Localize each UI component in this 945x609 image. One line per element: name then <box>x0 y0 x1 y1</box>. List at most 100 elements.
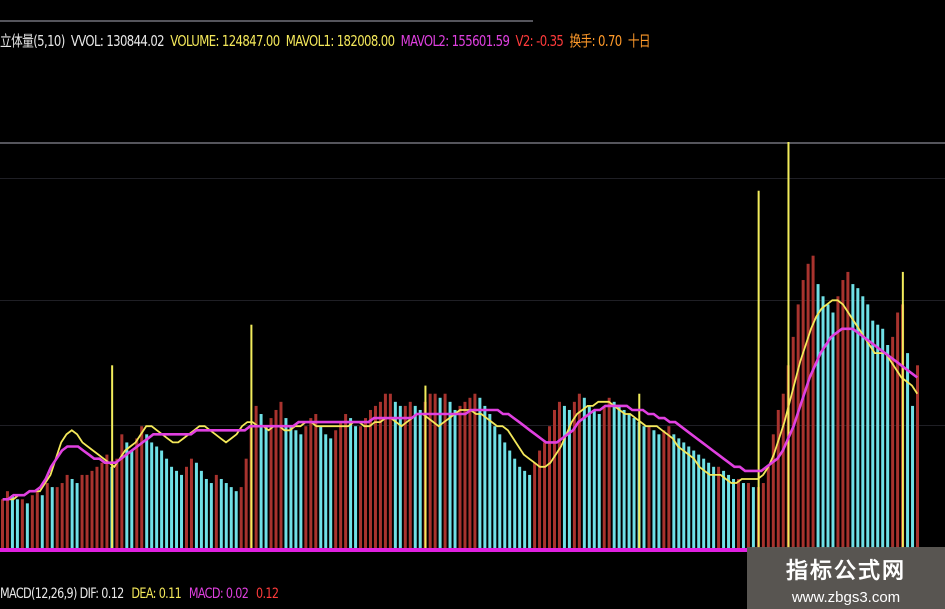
volume-bar <box>175 470 179 548</box>
volume-bar <box>378 401 382 548</box>
volume-bar <box>433 393 437 548</box>
volume-bar <box>746 483 750 548</box>
volume-bar <box>488 414 492 548</box>
volume-bar <box>269 418 273 548</box>
volume-bar <box>881 328 885 548</box>
volume-bar <box>329 438 333 548</box>
volume-bar <box>791 336 795 548</box>
volume-bar <box>20 499 24 548</box>
volume-bar <box>453 409 457 548</box>
volume-bar <box>309 418 313 548</box>
volume-bar <box>349 418 353 548</box>
volume-bar <box>562 405 566 548</box>
volume-bar <box>508 450 512 548</box>
volume-peak-bar <box>111 365 114 548</box>
volume-bar <box>214 474 218 548</box>
volume-bar <box>543 442 547 548</box>
volume-bar <box>622 409 626 548</box>
volume-bar <box>458 405 462 548</box>
volume-bar <box>259 414 263 548</box>
macd-extra-value: 0.12 <box>255 586 279 602</box>
volume-bar <box>274 409 278 548</box>
macd-dif-value: MACD(12,26,9) DIF: 0.12 <box>0 586 124 602</box>
volume-bar <box>473 393 477 548</box>
volume-bar <box>612 401 616 548</box>
volume-bar <box>393 401 397 548</box>
volume-bar <box>468 397 472 548</box>
volume-peak-bar <box>638 393 641 548</box>
volume-bar <box>736 478 740 548</box>
volume-bar <box>50 487 54 548</box>
volume-chart <box>0 142 920 552</box>
volume-bar <box>170 466 174 548</box>
volume-bar <box>607 397 611 548</box>
volume-bar <box>518 466 522 548</box>
volume-bar <box>279 401 283 548</box>
volume-bar <box>627 414 631 548</box>
volume-bar <box>115 458 119 548</box>
volume-bar <box>165 458 169 548</box>
volume-bar <box>781 393 785 548</box>
volume-bar <box>667 426 671 548</box>
volume-bar <box>244 458 248 548</box>
volume-bar <box>503 442 507 548</box>
volume-bar <box>418 409 422 548</box>
volume-bar <box>100 462 104 548</box>
volume-bar <box>682 442 686 548</box>
volume-bar <box>354 426 358 548</box>
watermark-title: 指标公式网 <box>785 559 906 584</box>
watermark-url: www.zbgs3.com <box>791 589 901 606</box>
volume-bar <box>194 462 198 548</box>
volume-bar <box>438 397 442 548</box>
volume-bar <box>886 345 890 548</box>
volume-bar <box>498 434 502 548</box>
volume-bar <box>523 470 527 548</box>
volume-bar <box>751 487 755 548</box>
volume-bar <box>876 324 880 548</box>
volume-bar <box>145 434 149 548</box>
volume-bar <box>712 466 716 548</box>
volume-bar <box>294 430 298 548</box>
volume-bar <box>766 466 770 548</box>
volume-bar <box>0 499 4 548</box>
volume-bar <box>264 426 268 548</box>
volume-bar <box>334 430 338 548</box>
volume-bar <box>493 426 497 548</box>
volume-bar <box>35 491 39 548</box>
volume-bar <box>463 401 467 548</box>
volume-bar <box>339 422 343 548</box>
volume-bar <box>572 401 576 548</box>
volume-bar <box>45 483 49 548</box>
volume-bar <box>448 401 452 548</box>
volume-bar <box>761 483 765 548</box>
volume-bar <box>239 487 243 548</box>
volume-bar <box>120 434 124 548</box>
volume-bar <box>692 450 696 548</box>
volume-bar <box>408 401 412 548</box>
volume-bar <box>130 450 134 548</box>
volume-bar <box>314 414 318 548</box>
chart-baseline <box>0 548 747 552</box>
volume-bar <box>65 474 69 548</box>
volume-bar <box>105 454 109 548</box>
volume-bar <box>359 426 363 548</box>
volume-bar <box>557 401 561 548</box>
volume-bar <box>677 438 681 548</box>
volume-bar <box>234 491 238 548</box>
volume-bar <box>642 426 646 548</box>
volume-bar <box>811 255 815 548</box>
volume-bar <box>95 466 99 548</box>
volume-bar <box>891 336 895 548</box>
volume-bar <box>548 426 552 548</box>
volume-bar <box>796 304 800 548</box>
volume-bar <box>582 397 586 548</box>
volume-bar <box>528 474 532 548</box>
volume-bar <box>552 409 556 548</box>
volume-bar <box>821 296 825 548</box>
volume-bar <box>15 499 19 548</box>
volume-bar <box>299 434 303 548</box>
volume-bar <box>160 450 164 548</box>
volume-bar <box>662 430 666 548</box>
volume-bar <box>90 470 94 548</box>
volume-bar <box>597 414 601 548</box>
